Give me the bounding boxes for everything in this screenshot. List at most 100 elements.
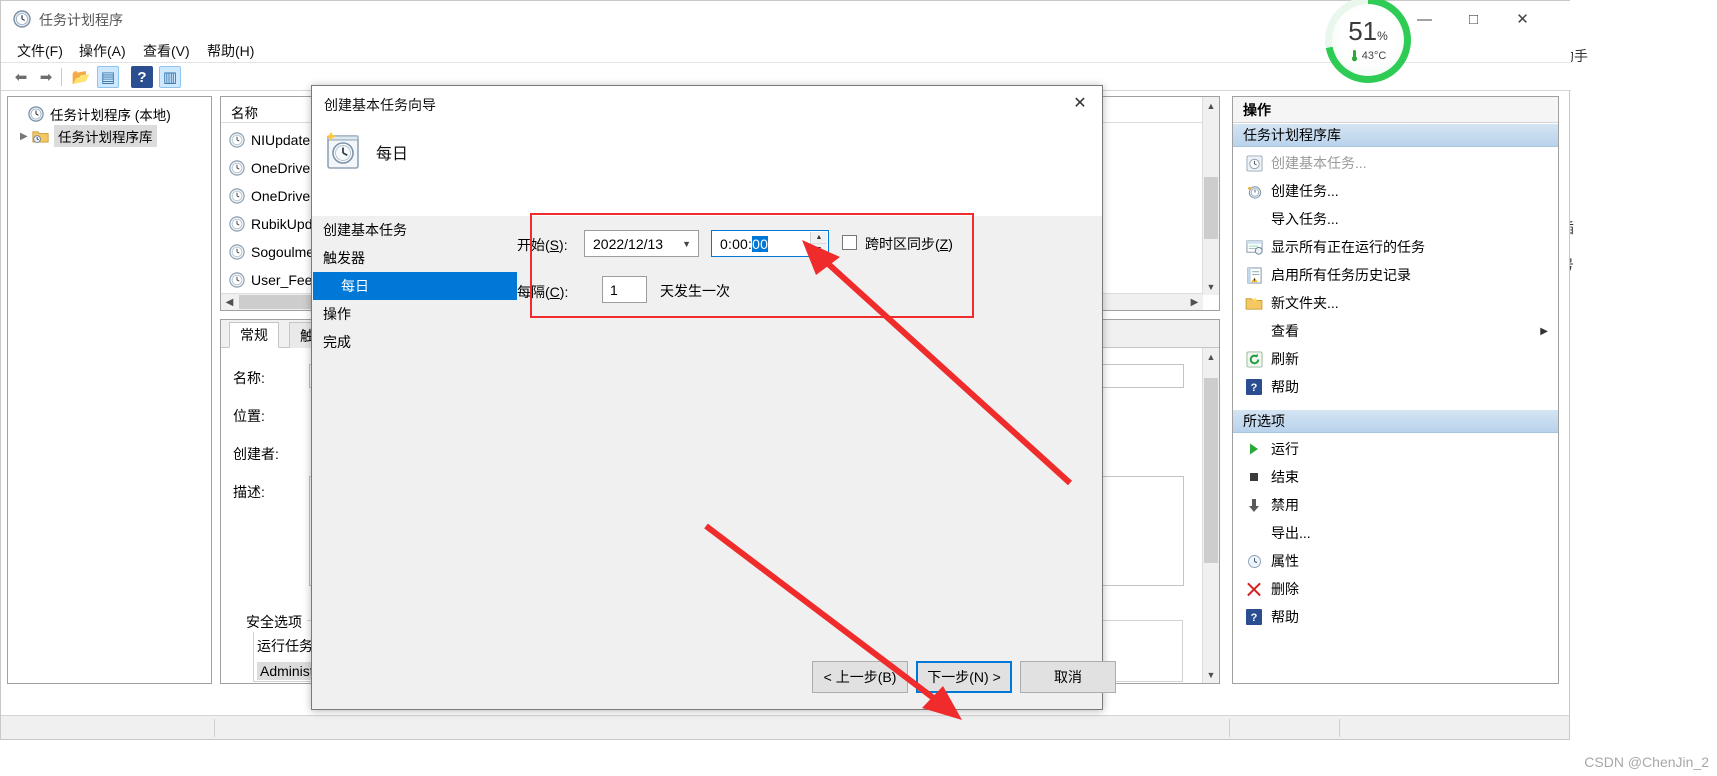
start-label-text: 开始(S) bbox=[517, 237, 564, 253]
action-properties[interactable]: 属性 bbox=[1233, 547, 1558, 575]
scrollbar-thumb[interactable] bbox=[1204, 177, 1218, 239]
scroll-down-icon[interactable]: ▼ bbox=[1203, 666, 1219, 683]
recur-label-colon: : bbox=[564, 284, 569, 300]
wizard-titlebar: 创建基本任务向导 ✕ bbox=[312, 86, 1102, 120]
action-delete[interactable]: 删除 bbox=[1233, 575, 1558, 603]
wizard-nav-create-basic-task[interactable]: 创建基本任务 bbox=[313, 216, 517, 244]
menu-view[interactable]: 查看(V) bbox=[139, 40, 194, 62]
column-header-name[interactable]: 名称 bbox=[231, 102, 258, 122]
toolbar-separator bbox=[61, 68, 62, 86]
cpu-usage-widget[interactable]: 51% 43°C bbox=[1325, 0, 1411, 83]
action-show-running-tasks[interactable]: 显示所有正在运行的任务 bbox=[1233, 233, 1558, 261]
task-list-row[interactable]: OneDrive bbox=[229, 182, 310, 209]
tree-item-local[interactable]: 任务计划程序 (本地) bbox=[8, 103, 171, 125]
timezone-sync-checkbox[interactable] bbox=[842, 235, 857, 250]
wizard-footer: < 上一步(B) 下一步(N) > 取消 bbox=[312, 646, 1116, 709]
clock-icon bbox=[229, 131, 245, 148]
wizard-nav-daily[interactable]: 每日 bbox=[313, 272, 517, 300]
view-icon bbox=[1243, 322, 1265, 340]
action-view[interactable]: 查看 ▶ bbox=[1233, 317, 1558, 345]
task-list-row[interactable]: User_Feed bbox=[229, 266, 320, 293]
start-time-selected-segment: 00 bbox=[752, 235, 769, 252]
detail-label-name: 名称: bbox=[233, 370, 265, 386]
task-name: OneDrive bbox=[251, 159, 311, 176]
wizard-nav-label: 操作 bbox=[323, 306, 351, 322]
menu-help[interactable]: 帮助(H) bbox=[203, 40, 258, 62]
menu-file[interactable]: 文件(F) bbox=[13, 40, 67, 62]
wizard-nav-finish[interactable]: 完成 bbox=[313, 328, 517, 356]
scroll-left-icon[interactable]: ◀ bbox=[221, 294, 238, 310]
next-button[interactable]: 下一步(N) > bbox=[916, 661, 1012, 693]
menu-action[interactable]: 操作(A) bbox=[75, 40, 130, 62]
action-label: 导出... bbox=[1271, 525, 1311, 541]
svg-text:?: ? bbox=[1251, 612, 1258, 624]
task-name: Sogoulme bbox=[251, 243, 315, 260]
action-disable[interactable]: 禁用 bbox=[1233, 491, 1558, 519]
chevron-right-icon[interactable]: ▶ bbox=[20, 131, 32, 142]
wizard-content: 开始(S): 2022/12/13 ▼ 0:00:00 ▲ ▼ 跨时区同步(Z)… bbox=[517, 216, 1102, 671]
scroll-up-icon[interactable]: ▲ bbox=[1203, 97, 1219, 114]
spinner-up-icon[interactable]: ▲ bbox=[811, 232, 827, 244]
task-list-row[interactable]: OneDrive bbox=[229, 154, 310, 181]
chevron-down-icon[interactable]: ▼ bbox=[682, 239, 691, 249]
spinner-down-icon[interactable]: ▼ bbox=[811, 244, 827, 255]
clock-icon bbox=[13, 10, 31, 28]
forward-icon[interactable]: ➡ bbox=[35, 66, 57, 88]
cancel-button[interactable]: 取消 bbox=[1020, 661, 1116, 693]
scrollbar-thumb[interactable] bbox=[1204, 378, 1218, 563]
start-time-input[interactable]: 0:00:00 ▲ ▼ bbox=[711, 230, 829, 257]
show-pane-right-icon[interactable]: ▥ bbox=[159, 66, 181, 88]
action-enable-task-history[interactable]: 启用所有任务历史记录 bbox=[1233, 261, 1558, 289]
import-task-icon bbox=[1243, 210, 1265, 228]
back-icon[interactable]: ⬅ bbox=[10, 66, 32, 88]
tree-item-library[interactable]: ▶ 任务计划程序库 bbox=[8, 125, 157, 147]
tab-general[interactable]: 常规 bbox=[229, 322, 279, 348]
action-end[interactable]: 结束 bbox=[1233, 463, 1558, 491]
action-create-basic-task[interactable]: 创建基本任务... bbox=[1233, 149, 1558, 177]
show-pane-left-icon[interactable]: ▤ bbox=[97, 66, 119, 88]
wizard-nav-label: 创建基本任务 bbox=[323, 222, 407, 238]
action-create-task[interactable]: 创建任务... bbox=[1233, 177, 1558, 205]
start-time-prefix: 0:00: bbox=[720, 235, 753, 252]
scroll-down-icon[interactable]: ▼ bbox=[1203, 278, 1219, 295]
stop-icon bbox=[1243, 468, 1265, 486]
start-field-label: 开始(S): bbox=[517, 235, 568, 255]
chevron-right-icon: ▶ bbox=[1540, 325, 1548, 337]
wizard-close-button[interactable]: ✕ bbox=[1058, 86, 1102, 120]
action-run[interactable]: 运行 bbox=[1233, 435, 1558, 463]
action-new-folder[interactable]: 新文件夹... bbox=[1233, 289, 1558, 317]
wizard-nav-trigger[interactable]: 触发器 bbox=[313, 244, 517, 272]
action-label: 刷新 bbox=[1271, 351, 1299, 367]
open-folder-icon[interactable]: 📂 bbox=[70, 66, 92, 88]
action-label: 运行 bbox=[1271, 441, 1299, 457]
security-options-title: 安全选项 bbox=[241, 612, 307, 632]
help-icon[interactable]: ? bbox=[131, 66, 153, 88]
recur-days-input[interactable]: 1 bbox=[602, 276, 647, 303]
maximize-button[interactable]: □ bbox=[1450, 1, 1497, 37]
task-list-row[interactable]: Sogoulme bbox=[229, 238, 314, 265]
task-list-row[interactable]: NIUpdateS bbox=[229, 126, 319, 153]
wizard-nav-label: 触发器 bbox=[323, 250, 365, 266]
clock-icon bbox=[229, 187, 245, 204]
scroll-right-icon[interactable]: ▶ bbox=[1186, 294, 1203, 310]
time-spinner[interactable]: ▲ ▼ bbox=[810, 232, 827, 255]
task-list-vertical-scrollbar[interactable]: ▲ ▼ bbox=[1202, 97, 1219, 295]
clock-icon bbox=[28, 106, 44, 122]
wizard-nav-label: 每日 bbox=[341, 278, 369, 294]
action-export[interactable]: 导出... bbox=[1233, 519, 1558, 547]
wizard-nav-action[interactable]: 操作 bbox=[313, 300, 517, 328]
properties-icon bbox=[1243, 552, 1265, 570]
back-button[interactable]: < 上一步(B) bbox=[812, 661, 908, 693]
action-help-selected[interactable]: ? 帮助 bbox=[1233, 603, 1558, 631]
start-date-combobox[interactable]: 2022/12/13 ▼ bbox=[584, 230, 699, 257]
actions-header: 操作 bbox=[1233, 97, 1558, 123]
action-refresh[interactable]: 刷新 bbox=[1233, 345, 1558, 373]
start-label-colon: : bbox=[563, 237, 568, 253]
desktop-background-right: 助手 插 号 bbox=[1558, 0, 1717, 776]
action-help-library[interactable]: ? 帮助 bbox=[1233, 373, 1558, 401]
scroll-up-icon[interactable]: ▲ bbox=[1203, 348, 1219, 365]
action-import-task[interactable]: 导入任务... bbox=[1233, 205, 1558, 233]
detail-vertical-scrollbar[interactable]: ▲ ▼ bbox=[1202, 348, 1219, 683]
close-button[interactable]: ✕ bbox=[1499, 1, 1546, 37]
task-list-row[interactable]: RubikUpda bbox=[229, 210, 320, 237]
